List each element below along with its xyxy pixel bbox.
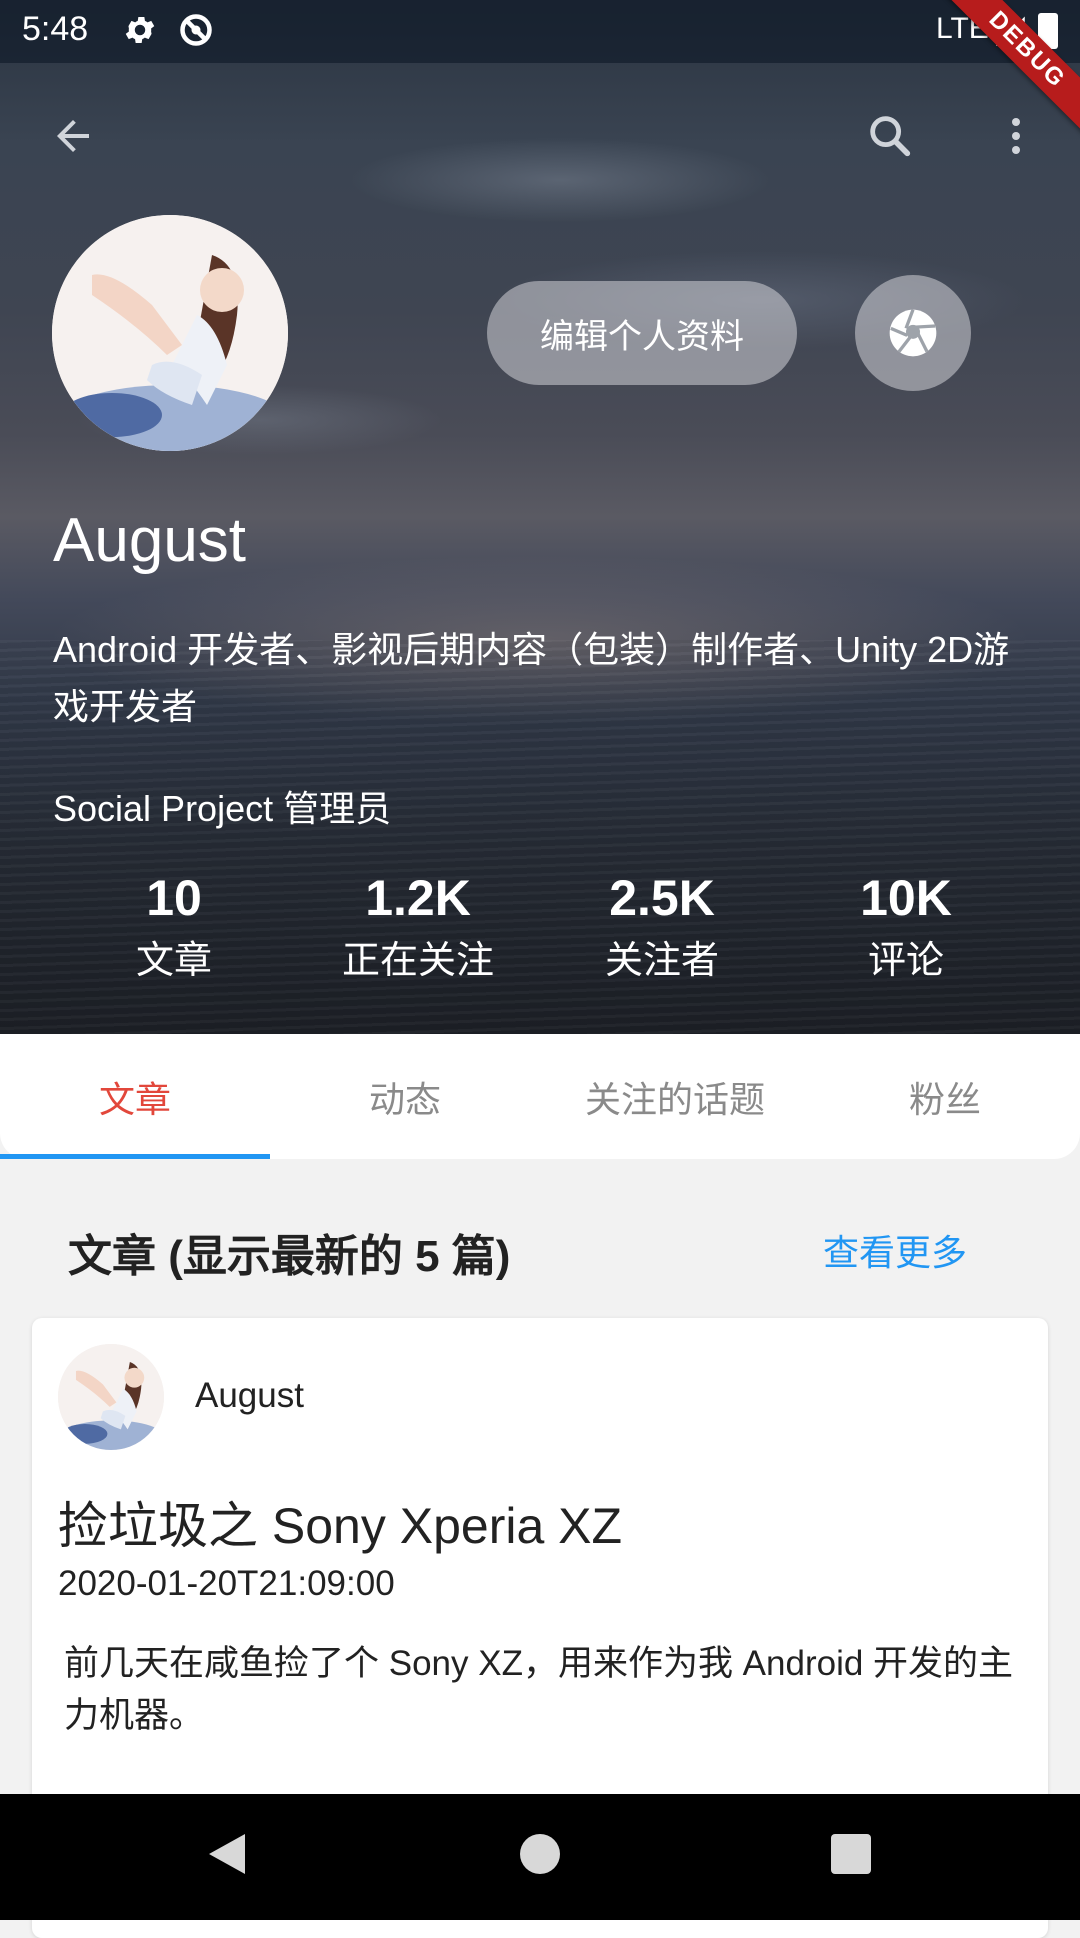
profile-bio: Android 开发者、影视后期内容（包装）制作者、Unity 2D游戏开发者 [53, 629, 1010, 727]
tab-label: 粉丝 [908, 1078, 981, 1120]
status-time: 5:48 [22, 10, 89, 48]
avatar-illustration [52, 215, 288, 451]
profile-stats: 10 文章 1.2K 正在关注 2.5K 关注者 10K 评论 [52, 866, 1052, 996]
stat-articles[interactable]: 10 文章 [52, 866, 296, 996]
view-more-link[interactable]: 查看更多 [823, 1224, 967, 1276]
edit-profile-button[interactable]: 编辑个人资料 [487, 281, 797, 385]
change-cover-button[interactable] [855, 275, 971, 391]
profile-role: Social Project 管理员 [53, 788, 392, 829]
article-date: 2020-01-20T21:09:00 [58, 1564, 395, 1603]
avatar-illustration [58, 1344, 164, 1450]
stat-followers[interactable]: 2.5K 关注者 [540, 866, 784, 996]
profile-tabs: 文章 动态 关注的话题 粉丝 [0, 1034, 1080, 1159]
nav-recents-icon[interactable] [831, 1834, 871, 1874]
nav-home-icon[interactable] [520, 1834, 560, 1874]
stat-label: 正在关注 [341, 940, 494, 982]
arrow-back-icon [57, 120, 89, 152]
more-options-button[interactable] [988, 108, 1044, 164]
more-vert-icon [1012, 118, 1020, 154]
profile-name: August [53, 506, 247, 575]
settings-gear-icon [125, 16, 155, 44]
search-icon [870, 116, 911, 157]
stat-comments[interactable]: 10K 评论 [784, 866, 1028, 996]
tab-indicator [0, 1154, 270, 1159]
nav-back-icon[interactable] [205, 1830, 249, 1878]
stat-value: 2.5K [609, 870, 715, 926]
stat-following[interactable]: 1.2K 正在关注 [296, 866, 540, 996]
data-saver-icon [180, 14, 212, 46]
tab-followed-topics[interactable]: 关注的话题 [540, 1034, 810, 1159]
profile-avatar[interactable] [52, 215, 288, 451]
article-author[interactable]: August [195, 1376, 304, 1416]
tab-articles[interactable]: 文章 [0, 1034, 270, 1159]
stat-label: 文章 [135, 940, 212, 982]
back-button[interactable] [45, 108, 101, 164]
stat-label: 评论 [867, 940, 944, 982]
stat-value: 10 [146, 870, 202, 926]
tab-label: 文章 [98, 1078, 171, 1120]
tab-activity[interactable]: 动态 [270, 1034, 540, 1159]
section-title: 文章 (显示最新的 5 篇) [68, 1232, 511, 1281]
status-bar: 5:48 LTE [0, 0, 1080, 63]
tab-label: 关注的话题 [584, 1078, 765, 1120]
author-avatar[interactable] [58, 1344, 164, 1450]
stat-label: 关注者 [604, 940, 719, 982]
search-button[interactable] [862, 108, 918, 164]
article-title[interactable]: 捡垃圾之 Sony Xperia XZ [58, 1486, 622, 1558]
stat-value: 10K [860, 870, 952, 926]
system-navigation-bar [0, 1794, 1080, 1920]
tab-label: 动态 [368, 1078, 441, 1120]
article-excerpt: 前几天在咸鱼捡了个 Sony XZ，用来作为我 Android 开发的主力机器。 [64, 1644, 1014, 1735]
tab-fans[interactable]: 粉丝 [810, 1034, 1080, 1159]
stat-value: 1.2K [365, 870, 471, 926]
camera-aperture-icon [889, 309, 937, 357]
